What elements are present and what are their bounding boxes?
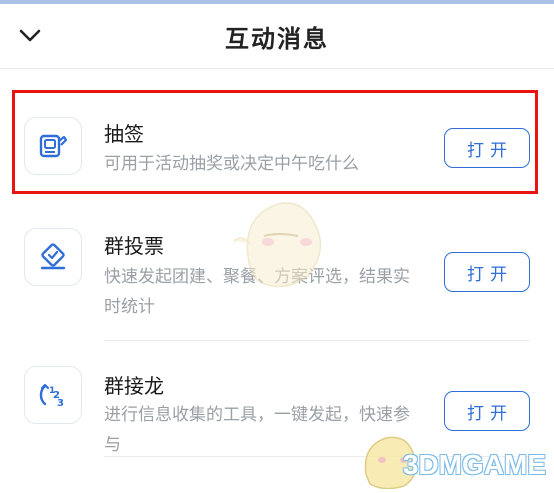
item-title: 群投票 — [104, 234, 164, 258]
open-group-vote-button[interactable]: 打开 — [444, 252, 530, 292]
watermark-logo: 3DMGAME — [402, 449, 546, 480]
open-group-relay-button[interactable]: 打开 — [444, 391, 530, 431]
highlight-box — [12, 90, 538, 194]
relay-123-icon: 1 2 3 — [24, 366, 82, 424]
page-title: 互动消息 — [225, 24, 329, 53]
vote-icon — [24, 228, 82, 286]
header: 互动消息 — [0, 4, 554, 69]
item-title: 群接龙 — [104, 374, 164, 398]
divider — [104, 340, 530, 341]
chevron-down-icon[interactable] — [16, 22, 44, 50]
mascot-watermark — [228, 196, 338, 300]
svg-text:3: 3 — [57, 398, 64, 409]
